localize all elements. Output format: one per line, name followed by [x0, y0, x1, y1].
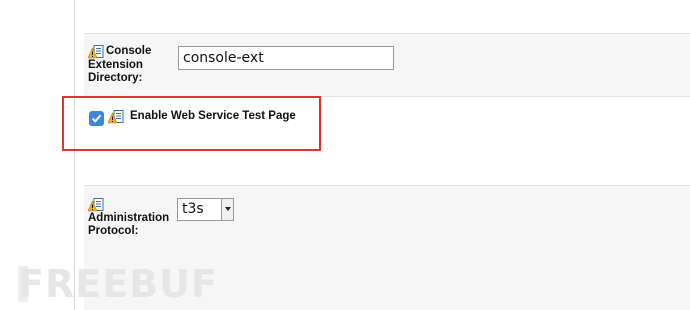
- highlight-box: [62, 96, 321, 151]
- section-top: [84, 0, 690, 33]
- console-extension-label: Console Extension Directory:: [88, 45, 168, 84]
- administration-protocol-select[interactable]: t3s: [177, 198, 234, 221]
- administration-protocol-label: Administration Protocol:: [88, 198, 170, 237]
- warning-doc-icon: [88, 45, 104, 59]
- watermark-text: FREEBUF: [18, 262, 218, 306]
- administration-protocol-value: t3s: [182, 201, 204, 217]
- console-extension-input[interactable]: console-ext: [178, 46, 394, 70]
- chevron-down-icon[interactable]: [221, 199, 233, 220]
- administration-protocol-label-text: Administration Protocol:: [88, 212, 170, 237]
- warning-doc-icon: [88, 198, 104, 212]
